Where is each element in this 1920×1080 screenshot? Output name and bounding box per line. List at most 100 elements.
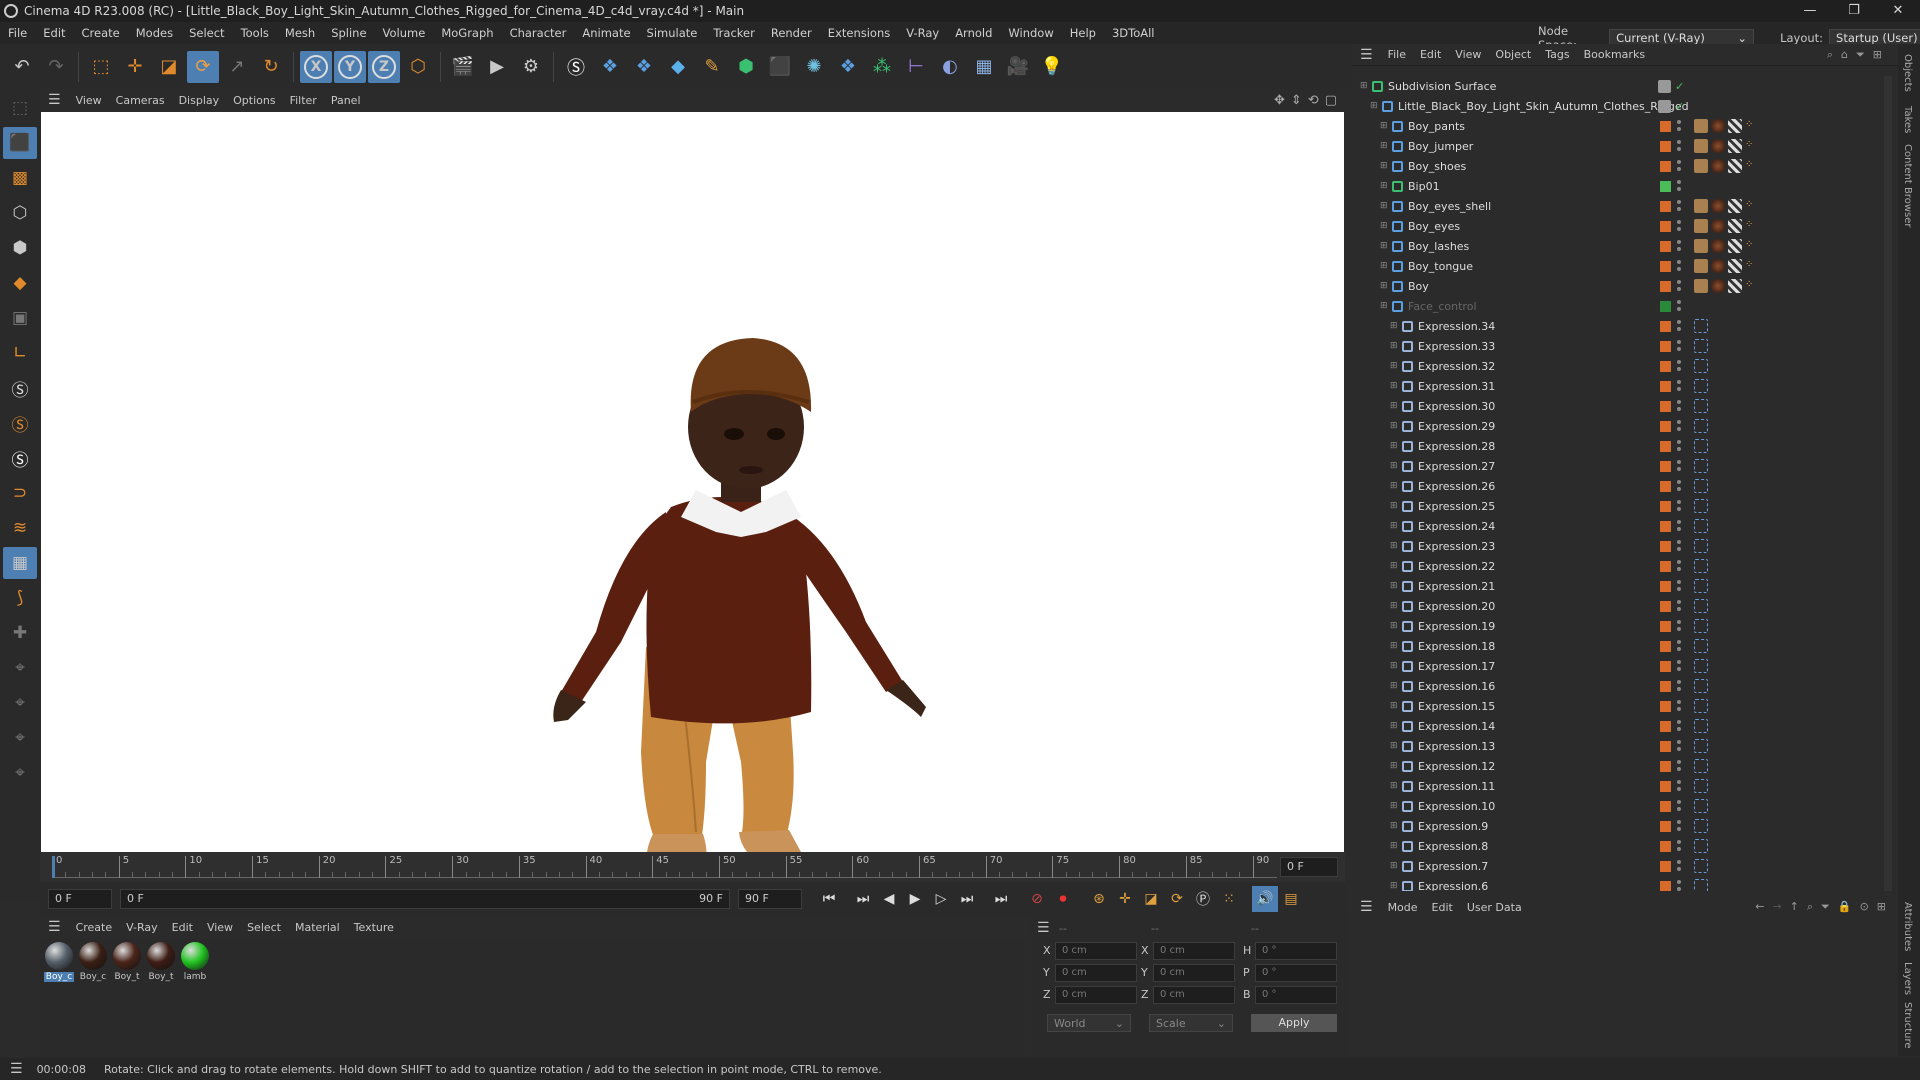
expand-toggle-icon[interactable]: ⊞ bbox=[1390, 341, 1398, 351]
visibility-toggle-icon[interactable] bbox=[1677, 360, 1681, 372]
workplane-icon[interactable]: ≋ bbox=[3, 512, 37, 544]
expand-toggle-icon[interactable]: ⊞ bbox=[1390, 741, 1398, 751]
mograph-icon[interactable]: ⁂ bbox=[866, 51, 898, 83]
hamburger-icon[interactable]: ☰ bbox=[1037, 920, 1050, 936]
pose-morph-tag-icon[interactable] bbox=[1694, 659, 1708, 673]
scale-icon[interactable]: ◪ bbox=[153, 51, 185, 83]
expand-toggle-icon[interactable]: ⊞ bbox=[1390, 521, 1398, 531]
coord-value-field[interactable]: 0 cm bbox=[1055, 942, 1137, 960]
key-pla-icon[interactable]: ⁙ bbox=[1216, 886, 1242, 912]
visibility-toggle-icon[interactable] bbox=[1677, 320, 1681, 332]
search-icon[interactable]: ⌕ bbox=[1807, 900, 1813, 914]
menu-mograph[interactable]: MoGraph bbox=[433, 26, 501, 40]
render-view-icon[interactable]: 🎬 bbox=[447, 51, 479, 83]
pan-icon[interactable]: ✥ bbox=[1274, 93, 1285, 108]
material-swatch[interactable]: Boy_t bbox=[112, 942, 142, 982]
skin-tag-icon[interactable] bbox=[1694, 139, 1708, 153]
expand-toggle-icon[interactable]: ⊞ bbox=[1390, 721, 1398, 731]
pose-morph-tag-icon[interactable] bbox=[1694, 319, 1708, 333]
menu-v-ray[interactable]: V-Ray bbox=[898, 26, 947, 40]
pose-morph-tag-icon[interactable] bbox=[1694, 559, 1708, 573]
expand-toggle-icon[interactable]: ⊞ bbox=[1390, 701, 1398, 711]
expand-toggle-icon[interactable]: ⊞ bbox=[1380, 281, 1388, 291]
deformer-icon[interactable]: ⊢ bbox=[900, 51, 932, 83]
visibility-toggle-icon[interactable] bbox=[1677, 180, 1681, 192]
coord-value-field[interactable]: 0 ° bbox=[1255, 942, 1337, 960]
object-row[interactable]: ⊞ Expression.24 bbox=[1352, 516, 1882, 536]
light-icon[interactable]: 💡 bbox=[1036, 51, 1068, 83]
expand-toggle-icon[interactable]: ⊞ bbox=[1390, 321, 1398, 331]
expand-toggle-icon[interactable]: ⊞ bbox=[1390, 581, 1398, 591]
tab-structure[interactable]: Structure bbox=[1902, 1002, 1913, 1049]
grid-icon[interactable]: ▦ bbox=[3, 547, 37, 579]
expand-toggle-icon[interactable]: ⊞ bbox=[1390, 861, 1398, 871]
sculpt-icon[interactable]: ✚ bbox=[3, 617, 37, 649]
pose-morph-tag-icon[interactable] bbox=[1694, 459, 1708, 473]
expand-toggle-icon[interactable]: ⊞ bbox=[1390, 681, 1398, 691]
expand-toggle-icon[interactable]: ⊞ bbox=[1390, 801, 1398, 811]
object-row[interactable]: ⊞ Boy_shoes ⁘ bbox=[1352, 156, 1882, 176]
render-settings-icon[interactable]: ⚙ bbox=[515, 51, 547, 83]
points-mode-icon[interactable]: ⬡ bbox=[3, 197, 37, 229]
tab-takes[interactable]: Takes bbox=[1902, 106, 1913, 133]
menu-mesh[interactable]: Mesh bbox=[277, 26, 323, 40]
material-swatch[interactable]: lamb bbox=[180, 942, 210, 982]
coord-value-field[interactable]: 0 cm bbox=[1055, 986, 1137, 1004]
object-menu-view[interactable]: View bbox=[1448, 48, 1488, 61]
object-row[interactable]: ⊞ Expression.28 bbox=[1352, 436, 1882, 456]
texture-tag-icon[interactable] bbox=[1728, 119, 1742, 133]
attribute-menu-edit[interactable]: Edit bbox=[1425, 901, 1460, 914]
key-position-icon[interactable]: ✛ bbox=[1112, 886, 1138, 912]
go-to-end-icon[interactable]: ⏭ bbox=[988, 886, 1014, 912]
expand-toggle-icon[interactable]: ⊞ bbox=[1380, 141, 1388, 151]
material-menu-texture[interactable]: Texture bbox=[347, 921, 401, 934]
object-row[interactable]: ⊞ Expression.16 bbox=[1352, 676, 1882, 696]
object-row[interactable]: ⊞ Expression.8 bbox=[1352, 836, 1882, 856]
object-row[interactable]: ⊞ Expression.11 bbox=[1352, 776, 1882, 796]
visibility-toggle-icon[interactable] bbox=[1677, 140, 1681, 152]
dolly-icon[interactable]: ⇕ bbox=[1291, 93, 1302, 108]
object-row[interactable]: ⊞ Expression.10 bbox=[1352, 796, 1882, 816]
material-swatch[interactable]: Boy_c bbox=[78, 942, 108, 982]
expand-toggle-icon[interactable]: ⊞ bbox=[1390, 821, 1398, 831]
skin-tag-icon[interactable] bbox=[1694, 119, 1708, 133]
expand-toggle-icon[interactable]: ⊞ bbox=[1380, 221, 1388, 231]
menu-3dtoall[interactable]: 3DToAll bbox=[1104, 26, 1163, 40]
object-row[interactable]: ⊞ Expression.33 bbox=[1352, 336, 1882, 356]
coord-value-field[interactable]: 0 cm bbox=[1153, 964, 1235, 982]
object-row[interactable]: ⊞ Expression.9 bbox=[1352, 816, 1882, 836]
back-arrow-icon[interactable]: ← bbox=[1755, 900, 1764, 914]
pose-morph-tag-icon[interactable] bbox=[1694, 339, 1708, 353]
pose-morph-tag-icon[interactable] bbox=[1694, 519, 1708, 533]
menu-tools[interactable]: Tools bbox=[233, 26, 277, 40]
pose-morph-tag-icon[interactable] bbox=[1694, 699, 1708, 713]
key-parameter-icon[interactable]: Ⓟ bbox=[1190, 886, 1216, 912]
next-key-icon[interactable]: ⏭ bbox=[954, 886, 980, 912]
object-row[interactable]: ⊞ Subdivision Surface ✓ bbox=[1352, 76, 1882, 96]
frame-display-field[interactable]: 0 F bbox=[1280, 857, 1338, 877]
object-row[interactable]: ⊞ Expression.27 bbox=[1352, 456, 1882, 476]
pose-morph-tag-icon[interactable] bbox=[1694, 539, 1708, 553]
tab-content-browser[interactable]: Content Browser bbox=[1902, 144, 1913, 227]
object-menu-object[interactable]: Object bbox=[1488, 48, 1538, 61]
material-menu-create[interactable]: Create bbox=[69, 921, 120, 934]
maximize-button[interactable]: ❐ bbox=[1832, 0, 1876, 22]
visibility-toggle-icon[interactable] bbox=[1677, 580, 1681, 592]
cloner-icon[interactable]: ✺ bbox=[798, 51, 830, 83]
visibility-toggle-icon[interactable] bbox=[1677, 800, 1681, 812]
object-row[interactable]: ⊞ Bip01 bbox=[1352, 176, 1882, 196]
visibility-toggle-icon[interactable] bbox=[1677, 700, 1681, 712]
new-window-icon[interactable]: ⊞ bbox=[1877, 900, 1886, 914]
object-menu-file[interactable]: File bbox=[1381, 48, 1413, 61]
menu-render[interactable]: Render bbox=[763, 26, 820, 40]
pose-morph-tag-icon[interactable] bbox=[1694, 399, 1708, 413]
expand-toggle-icon[interactable]: ⊞ bbox=[1370, 101, 1378, 111]
z-axis-lock-icon[interactable]: Z bbox=[368, 50, 400, 83]
material-swatch[interactable]: Boy_t bbox=[146, 942, 176, 982]
visibility-toggle-icon[interactable] bbox=[1677, 860, 1681, 872]
object-row[interactable]: ⊞ Expression.17 bbox=[1352, 656, 1882, 676]
menu-tracker[interactable]: Tracker bbox=[705, 26, 763, 40]
object-menu-bookmarks[interactable]: Bookmarks bbox=[1577, 48, 1652, 61]
tab-attributes[interactable]: Attributes bbox=[1902, 902, 1913, 951]
material-menu-v-ray[interactable]: V-Ray bbox=[119, 921, 165, 934]
